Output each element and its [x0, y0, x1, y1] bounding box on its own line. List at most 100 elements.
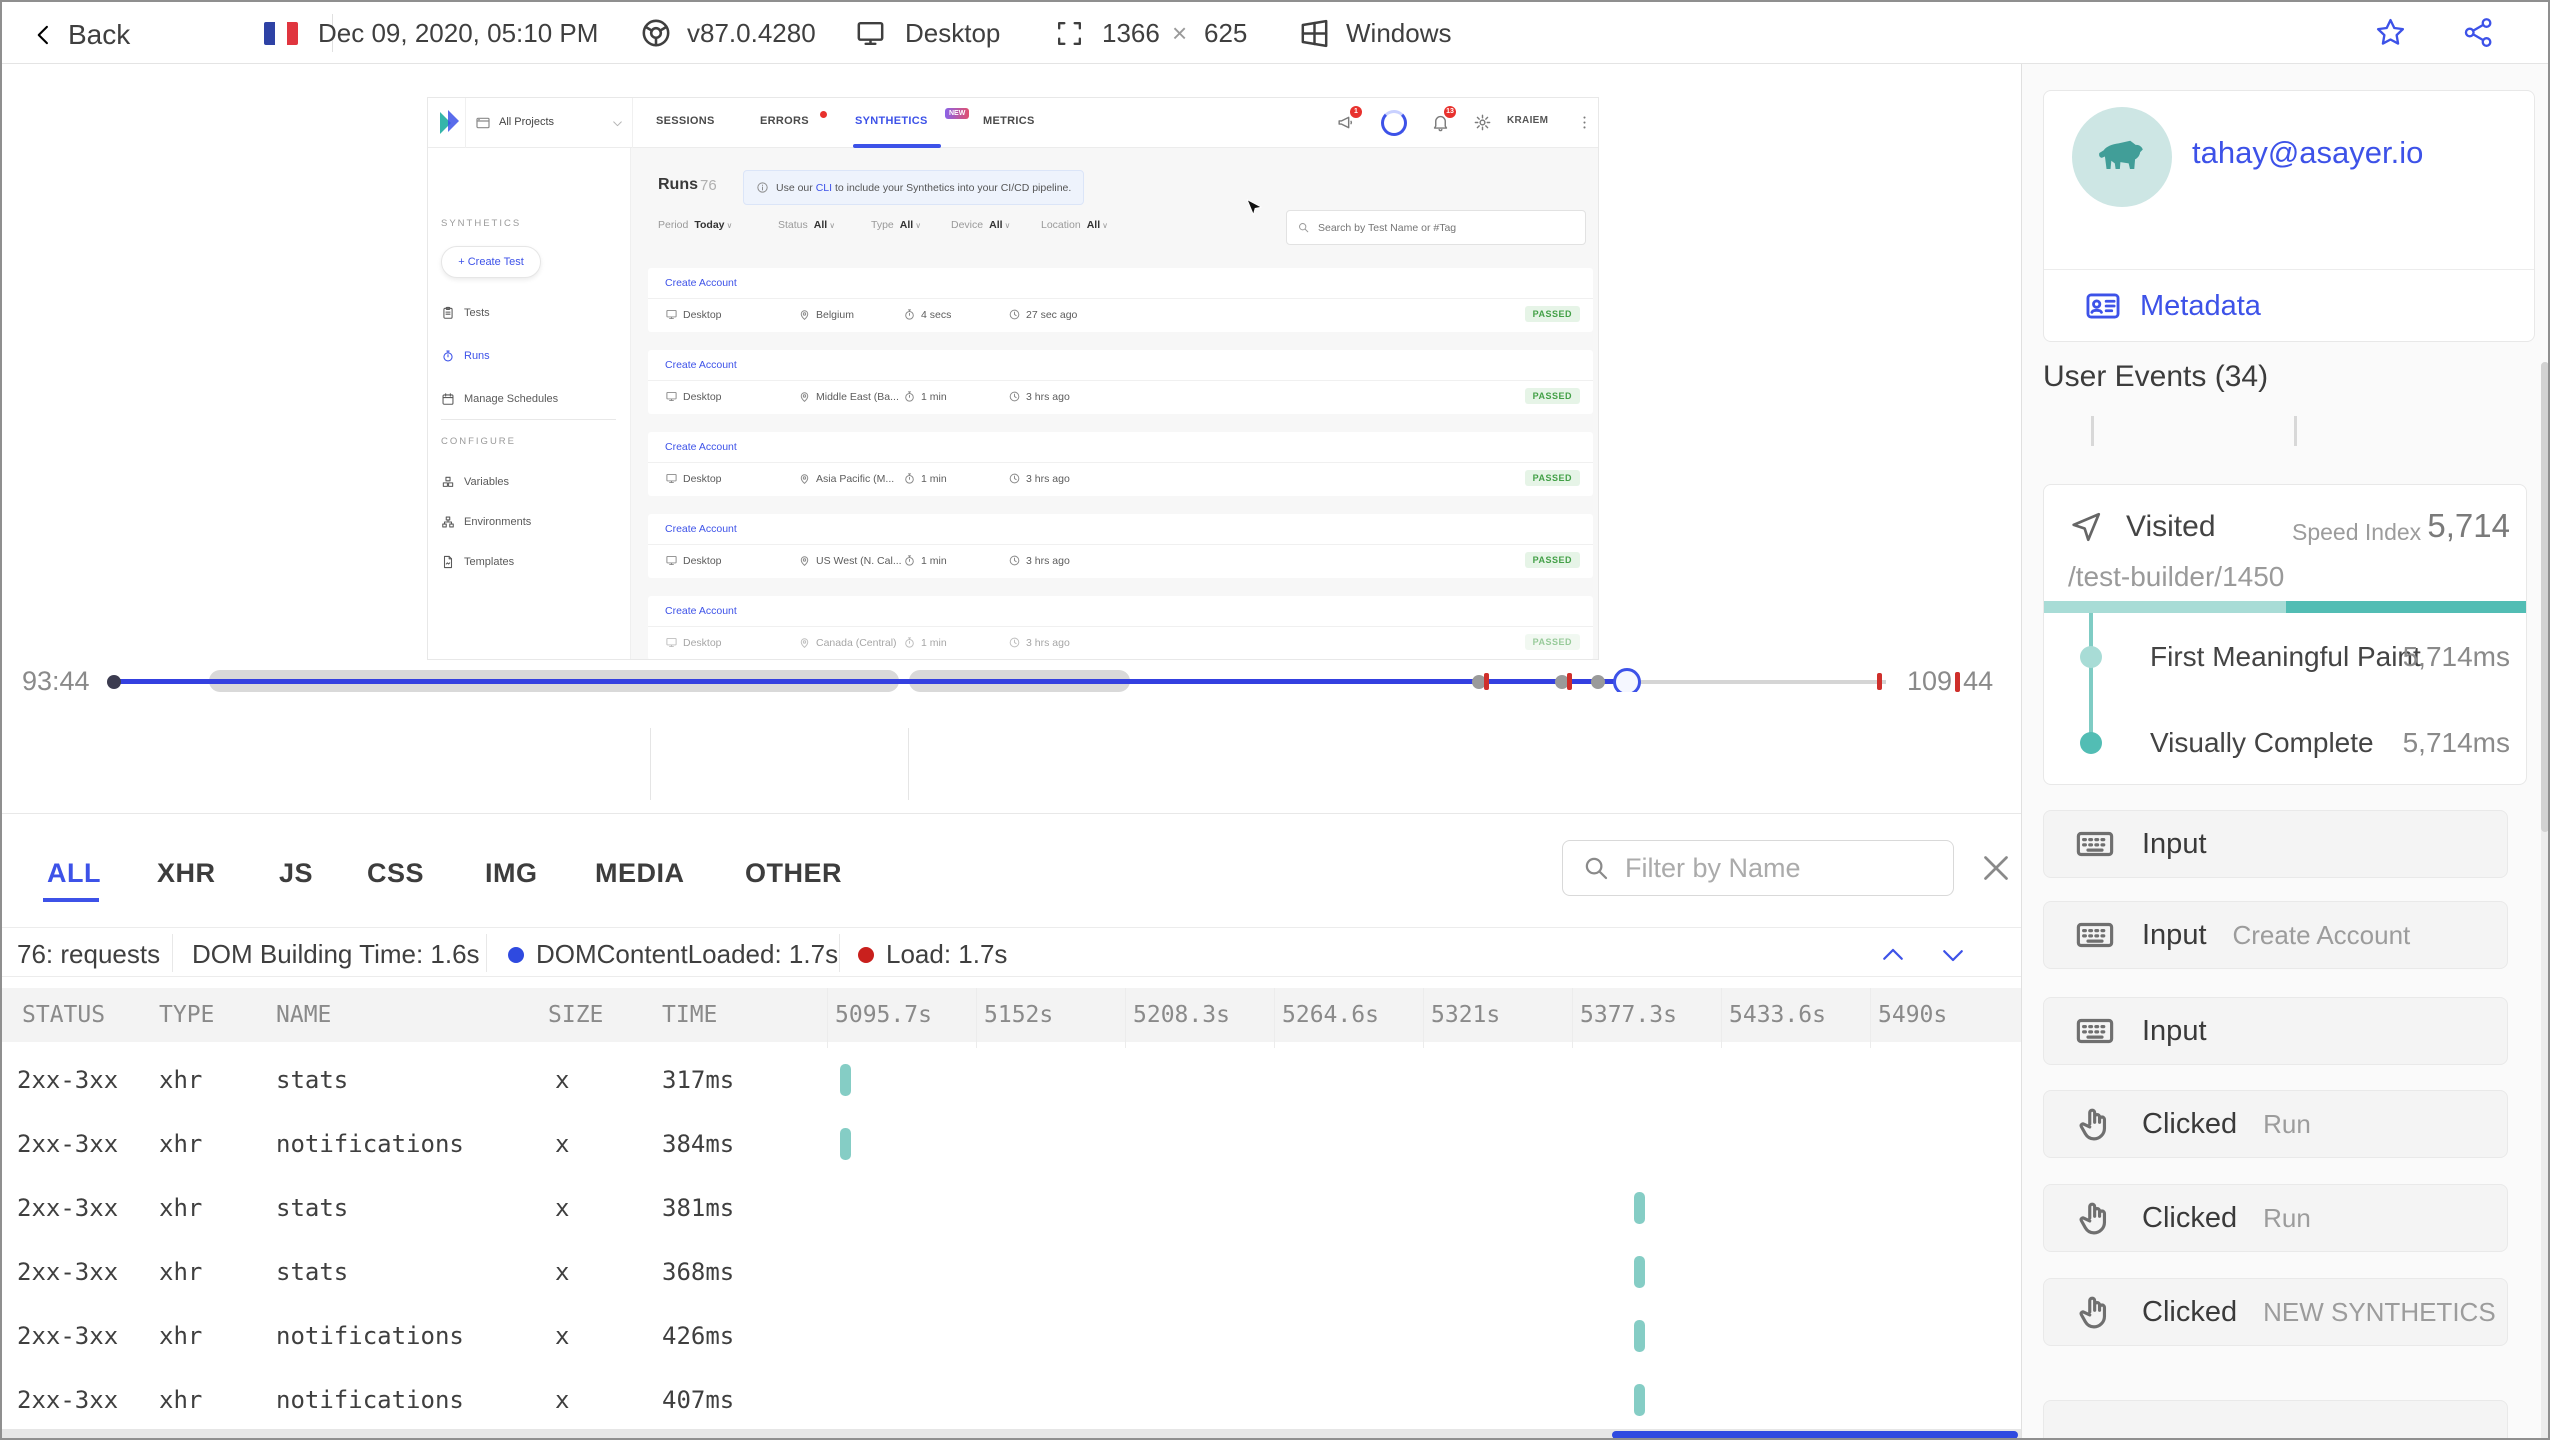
close-panel-icon[interactable] — [1978, 850, 2014, 886]
filter-type[interactable]: Type All ∨ — [871, 219, 921, 231]
event-item-clicked[interactable]: Clicked Run — [2043, 1184, 2508, 1252]
divider — [2044, 269, 2534, 270]
timeline-event-dot — [1591, 675, 1605, 689]
favorite-star-icon[interactable] — [2373, 15, 2408, 50]
run-name-link[interactable]: Create Account — [665, 523, 737, 535]
tab-errors[interactable]: ERRORS — [760, 115, 809, 127]
event-item-input[interactable]: Input — [2043, 997, 2508, 1065]
filter-location[interactable]: Location All ∨ — [1041, 219, 1108, 231]
filter-period[interactable]: Period Today ∨ — [658, 219, 732, 231]
network-request-row[interactable]: 2xx-3xx xhr notifications x 384ms — [2, 1112, 2021, 1176]
run-card[interactable]: Create Account Desktop US West (N. Cal..… — [648, 514, 1593, 578]
pin-icon — [798, 636, 811, 649]
col-t5: 5377.3s — [1580, 1002, 1677, 1028]
event-connector — [2294, 416, 2297, 446]
event-item-input[interactable]: Input — [2043, 810, 2508, 878]
net-tab-all[interactable]: ALL — [47, 858, 101, 889]
sidebar-item-runs[interactable]: Runs — [441, 349, 490, 363]
net-tab-underline — [43, 898, 99, 902]
run-name-link[interactable]: Create Account — [665, 605, 737, 617]
clock-icon — [1008, 472, 1021, 485]
filter-status[interactable]: Status All ∨ — [778, 219, 835, 231]
col-name: NAME — [276, 1002, 332, 1028]
sidebar-item-templates[interactable]: Templates — [441, 555, 514, 569]
back-label: Back — [68, 19, 131, 50]
user-events-title: User Events (34) — [2043, 360, 2269, 393]
pin-icon — [798, 554, 811, 567]
fmp-label: First Meaningful Paint — [2150, 641, 2421, 672]
cli-banner: Use our CLI to include your Synthetics i… — [743, 170, 1085, 205]
hierarchy-icon — [441, 515, 455, 529]
network-request-row[interactable]: 2xx-3xx xhr stats x 317ms — [2, 1048, 2021, 1112]
network-request-row[interactable]: 2xx-3xx xhr stats x 381ms — [2, 1176, 2021, 1240]
network-request-row[interactable]: 2xx-3xx xhr notifications x 426ms — [2, 1304, 2021, 1368]
sidebar-item-variables[interactable]: Variables — [441, 475, 509, 489]
fmp-value: 5,714ms — [2402, 641, 2510, 672]
event-item-input[interactable]: Input Create Account — [2043, 901, 2508, 969]
sidebar-item-tests[interactable]: Tests — [441, 306, 490, 320]
progress-segment-light — [2044, 601, 2286, 613]
browser-version: v87.0.4280 — [687, 18, 816, 48]
net-tab-js[interactable]: JS — [279, 858, 313, 889]
horizontal-scrollbar-thumb[interactable] — [1612, 1431, 2018, 1438]
project-selector[interactable]: All Projects — [465, 98, 633, 148]
run-card[interactable]: Create Account Desktop Asia Pacific (M..… — [648, 432, 1593, 496]
pointer-hand-icon — [2074, 1197, 2116, 1239]
back-button[interactable]: Back — [30, 19, 130, 51]
network-request-row[interactable]: 2xx-3xx xhr notifications x 407ms — [2, 1368, 2021, 1432]
net-tab-media[interactable]: MEDIA — [595, 858, 685, 889]
tab-synthetics[interactable]: SYNTHETICS — [855, 115, 928, 127]
run-card[interactable]: Create Account Desktop Middle East (Ba..… — [648, 350, 1593, 414]
network-filter-field[interactable] — [1625, 852, 1925, 884]
event-item-partial[interactable] — [2043, 1400, 2508, 1438]
create-test-button[interactable]: + Create Test — [441, 246, 541, 278]
run-card[interactable]: Create Account Desktop Canada (Central) … — [648, 596, 1593, 659]
divider — [441, 419, 616, 420]
sidebar-scrollbar-thumb[interactable] — [2541, 362, 2548, 832]
chevron-down-icon — [611, 117, 624, 130]
user-email-link[interactable]: tahay@asayer.io — [2192, 135, 2423, 171]
visited-path: /test-builder/1450 — [2068, 561, 2285, 592]
app-logo — [440, 110, 459, 134]
network-filter-input[interactable] — [1562, 840, 1954, 896]
test-search-field[interactable] — [1318, 221, 1568, 234]
kebab-menu-icon[interactable] — [1576, 114, 1593, 131]
net-tab-other[interactable]: OTHER — [745, 858, 842, 889]
sidebar-item-environments[interactable]: Environments — [441, 515, 531, 529]
event-item-clicked[interactable]: Clicked NEW SYNTHETICS — [2043, 1278, 2508, 1346]
sidebar-item-manage-schedules[interactable]: Manage Schedules — [441, 392, 558, 406]
run-name-link[interactable]: Create Account — [665, 441, 737, 453]
visited-event-card[interactable]: Visited Speed Index 5,714 /test-builder/… — [2043, 484, 2527, 785]
network-request-row[interactable]: 2xx-3xx xhr stats x 368ms — [2, 1240, 2021, 1304]
domcontentloaded-stat: DOMContentLoaded: 1.7s — [508, 939, 838, 970]
browser-icon — [639, 16, 673, 50]
app-user-name[interactable]: KRAIEM — [1507, 115, 1548, 126]
col-type: TYPE — [159, 1002, 215, 1028]
search-icon — [1297, 221, 1310, 234]
event-item-clicked[interactable]: Clicked Run — [2043, 1090, 2508, 1158]
jump-up-icon[interactable] — [1878, 940, 1908, 970]
request-waterfall-bar — [840, 1128, 851, 1160]
net-tab-xhr[interactable]: XHR — [157, 858, 216, 889]
tab-sessions[interactable]: SESSIONS — [656, 115, 715, 127]
share-icon[interactable] — [2461, 15, 2496, 50]
metadata-button[interactable]: Metadata — [2084, 287, 2261, 325]
replay-viewport: All Projects SESSIONS ERRORS SYNTHETICS … — [427, 97, 1599, 660]
run-name-link[interactable]: Create Account — [665, 359, 737, 371]
col-t7: 5490s — [1878, 1002, 1948, 1028]
net-tab-img[interactable]: IMG — [485, 858, 538, 889]
test-search-input[interactable] — [1286, 210, 1586, 245]
filter-device[interactable]: Device All ∨ — [951, 219, 1010, 231]
run-name-link[interactable]: Create Account — [665, 277, 737, 289]
top-bar: Back Dec 09, 2020, 05:10 PM v87.0.4280 D… — [2, 2, 2548, 64]
pin-icon — [798, 390, 811, 403]
run-card[interactable]: Create Account Desktop Belgium 4 secs 27… — [648, 268, 1593, 332]
net-tab-css[interactable]: CSS — [367, 858, 424, 889]
stopwatch-icon — [903, 472, 916, 485]
app-top-nav: All Projects SESSIONS ERRORS SYNTHETICS … — [428, 98, 1598, 148]
tab-metrics[interactable]: METRICS — [983, 115, 1035, 127]
jump-down-icon[interactable] — [1938, 940, 1968, 970]
gear-icon[interactable] — [1473, 113, 1492, 132]
cli-link[interactable]: CLI — [816, 182, 832, 194]
stopwatch-icon — [903, 308, 916, 321]
